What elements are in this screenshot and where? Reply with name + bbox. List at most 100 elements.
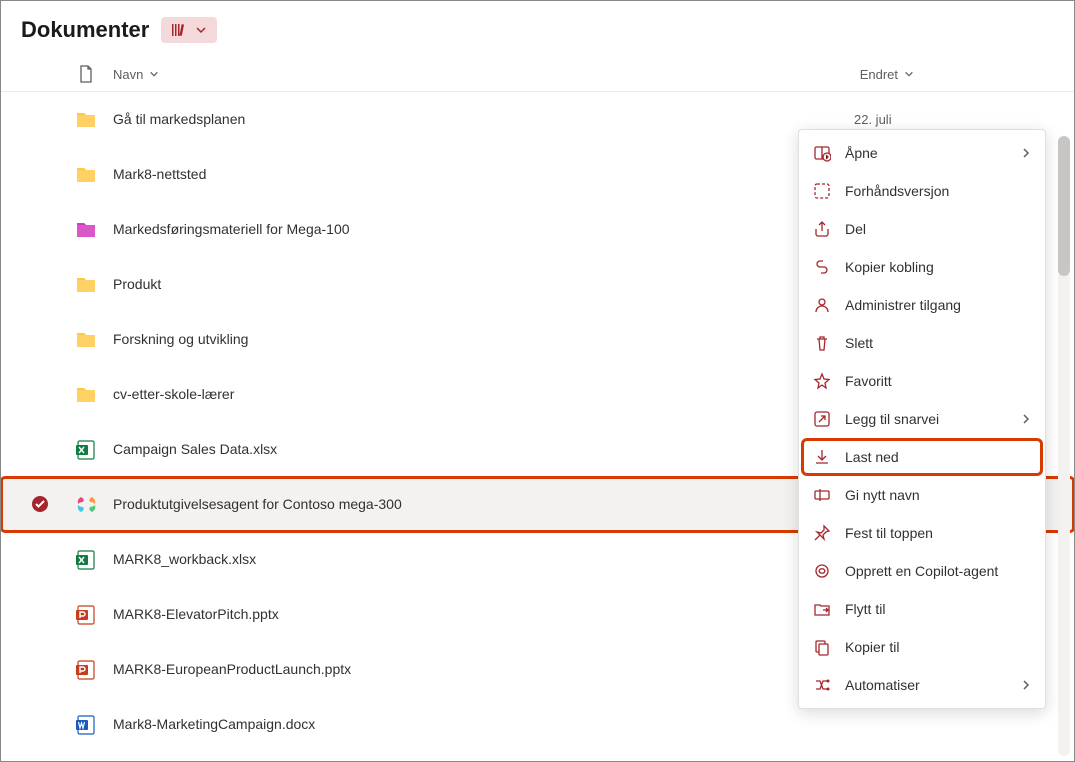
context-menu-item-open[interactable]: Åpne bbox=[799, 134, 1045, 172]
chevron-down-icon bbox=[195, 24, 207, 36]
context-menu-item-flow[interactable]: Automatiser bbox=[799, 666, 1045, 704]
word-icon bbox=[75, 713, 97, 735]
rename-icon bbox=[813, 486, 831, 504]
file-type-icon bbox=[71, 658, 101, 680]
context-menu-label: Gi nytt navn bbox=[845, 487, 920, 503]
context-menu-item-trash[interactable]: Slett bbox=[799, 324, 1045, 362]
preview-icon bbox=[813, 182, 831, 200]
trash-icon bbox=[813, 334, 831, 352]
file-name[interactable]: Forskning og utvikling bbox=[113, 331, 842, 347]
library-dropdown[interactable] bbox=[161, 17, 217, 43]
file-type-icon bbox=[71, 273, 101, 295]
file-name[interactable]: cv-etter-skole-lærer bbox=[113, 386, 842, 402]
download-icon bbox=[813, 448, 831, 466]
checkmark-icon bbox=[31, 495, 49, 513]
file-type-icon bbox=[71, 548, 101, 570]
context-menu-item-copilot-new[interactable]: Opprett en Copilot-agent bbox=[799, 552, 1045, 590]
file-name[interactable]: MARK8-ElevatorPitch.pptx bbox=[113, 606, 842, 622]
ppt-icon bbox=[75, 658, 97, 680]
modified-column[interactable]: Endret bbox=[860, 67, 914, 82]
excel-icon bbox=[75, 438, 97, 460]
copilot-new-icon bbox=[813, 562, 831, 580]
context-menu-label: Slett bbox=[845, 335, 873, 351]
context-menu-label: Åpne bbox=[845, 145, 878, 161]
context-menu-label: Favoritt bbox=[845, 373, 892, 389]
scrollbar-thumb[interactable] bbox=[1058, 136, 1070, 276]
file-name[interactable]: Mark8-nettsted bbox=[113, 166, 842, 182]
context-menu-label: Opprett en Copilot-agent bbox=[845, 563, 998, 579]
file-name[interactable]: MARK8-EuropeanProductLaunch.pptx bbox=[113, 661, 842, 677]
context-menu-label: Forhåndsversjon bbox=[845, 183, 949, 199]
context-menu-item-access[interactable]: Administrer tilgang bbox=[799, 286, 1045, 324]
star-icon bbox=[813, 372, 831, 390]
context-menu-label: Last ned bbox=[845, 449, 899, 465]
file-name[interactable]: Gå til markedsplanen bbox=[113, 111, 842, 127]
file-type-icon bbox=[71, 438, 101, 460]
copy-icon bbox=[813, 638, 831, 656]
library-icon bbox=[169, 21, 187, 39]
file-name[interactable]: Campaign Sales Data.xlsx bbox=[113, 441, 842, 457]
context-menu-item-pin[interactable]: Fest til toppen bbox=[799, 514, 1045, 552]
pin-icon bbox=[813, 524, 831, 542]
file-name[interactable]: Produktutgivelsesagent for Contoso mega-… bbox=[113, 496, 804, 512]
file-type-icon bbox=[71, 383, 101, 405]
move-icon bbox=[813, 600, 831, 618]
file-type-icon bbox=[71, 328, 101, 350]
page-header: Dokumenter bbox=[1, 1, 1074, 55]
chevron-right-icon bbox=[1021, 414, 1031, 424]
context-menu-item-rename[interactable]: Gi nytt navn bbox=[799, 476, 1045, 514]
chevron-right-icon bbox=[1021, 148, 1031, 158]
context-menu-label: Kopier til bbox=[845, 639, 899, 655]
context-menu-label: Administrer tilgang bbox=[845, 297, 961, 313]
name-column[interactable]: Navn bbox=[113, 67, 848, 82]
context-menu-item-star[interactable]: Favoritt bbox=[799, 362, 1045, 400]
file-icon bbox=[78, 65, 94, 83]
select-cell[interactable] bbox=[21, 495, 59, 513]
ppt-icon bbox=[75, 603, 97, 625]
page-title: Dokumenter bbox=[21, 17, 149, 43]
file-name[interactable]: Produkt bbox=[113, 276, 842, 292]
context-menu-label: Automatiser bbox=[845, 677, 920, 693]
chevron-down-icon bbox=[149, 69, 159, 79]
context-menu-item-preview[interactable]: Forhåndsversjon bbox=[799, 172, 1045, 210]
file-type-icon bbox=[71, 493, 101, 515]
folder-icon bbox=[75, 163, 97, 185]
context-menu-item-shortcut[interactable]: Legg til snarvei bbox=[799, 400, 1045, 438]
name-column-label: Navn bbox=[113, 67, 143, 82]
flow-icon bbox=[813, 676, 831, 694]
shortcut-icon bbox=[813, 410, 831, 428]
file-type-column[interactable] bbox=[71, 65, 101, 83]
folder-icon bbox=[75, 273, 97, 295]
chevron-down-icon bbox=[904, 69, 914, 79]
modified-column-label: Endret bbox=[860, 67, 898, 82]
context-menu-label: Flytt til bbox=[845, 601, 885, 617]
context-menu-label: Kopier kobling bbox=[845, 259, 934, 275]
file-modified: 22. juli bbox=[854, 112, 1054, 127]
copilot-icon bbox=[75, 493, 97, 515]
file-name[interactable]: MARK8_workback.xlsx bbox=[113, 551, 842, 567]
folder-icon bbox=[75, 328, 97, 350]
context-menu-item-download[interactable]: Last ned bbox=[803, 440, 1041, 474]
context-menu-label: Del bbox=[845, 221, 866, 237]
context-menu-item-link[interactable]: Kopier kobling bbox=[799, 248, 1045, 286]
open-icon bbox=[813, 144, 831, 162]
context-menu-item-move[interactable]: Flytt til bbox=[799, 590, 1045, 628]
file-type-icon bbox=[71, 163, 101, 185]
file-type-icon bbox=[71, 713, 101, 735]
chevron-right-icon bbox=[1021, 680, 1031, 690]
context-menu-item-share[interactable]: Del bbox=[799, 210, 1045, 248]
context-menu: Åpne Forhåndsversjon Del Kopier kobling Admi… bbox=[798, 129, 1046, 709]
scrollbar[interactable] bbox=[1058, 136, 1070, 756]
file-name[interactable]: Mark8-MarketingCampaign.docx bbox=[113, 716, 842, 732]
file-name[interactable]: Markedsføringsmateriell for Mega-100 bbox=[113, 221, 842, 237]
context-menu-label: Legg til snarvei bbox=[845, 411, 939, 427]
access-icon bbox=[813, 296, 831, 314]
folder-pink-icon bbox=[75, 218, 97, 240]
link-icon bbox=[813, 258, 831, 276]
column-header-row: Navn Endret bbox=[1, 55, 1074, 91]
folder-icon bbox=[75, 108, 97, 130]
file-type-icon bbox=[71, 218, 101, 240]
excel-icon bbox=[75, 548, 97, 570]
file-type-icon bbox=[71, 108, 101, 130]
context-menu-item-copy[interactable]: Kopier til bbox=[799, 628, 1045, 666]
